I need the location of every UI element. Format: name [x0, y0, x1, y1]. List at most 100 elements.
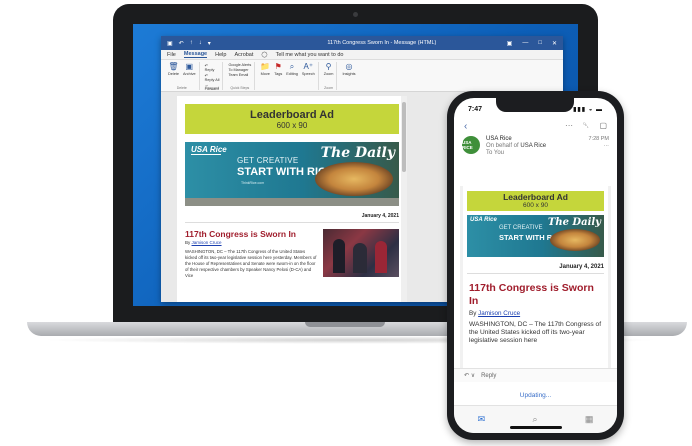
minimize-button[interactable]: — [522, 40, 528, 47]
article-byline: By Jamison Cruce [185, 240, 222, 245]
quick-step-google-alerts[interactable]: Google Alerts [228, 63, 251, 67]
ribbon-tabs: File Message Help Acrobat ◯ Tell me what… [161, 50, 563, 60]
reply-bar[interactable]: ↶ ∨ Reply [454, 368, 617, 382]
calendar-icon[interactable]: ▦ [585, 414, 594, 425]
editing-button[interactable]: ⌕ Editing [286, 62, 298, 76]
group-delete: 🗑 Delete ▣ Archive Delete [165, 62, 200, 90]
signal-battery-icons: ▮▮▮ ◒ ▬ [573, 106, 603, 113]
laptop-camera [353, 12, 358, 17]
window-controls: ▣ — □ ✕ [507, 40, 557, 47]
save-icon[interactable]: ▣ [167, 40, 173, 47]
sender-name[interactable]: USA Rice [486, 136, 583, 143]
archive-icon[interactable]: ▢ [599, 121, 607, 131]
newsletter-banner[interactable]: USA Rice GET CREATIVE START WITH RICE Th… [467, 215, 604, 257]
banner-footer-strip [185, 198, 399, 206]
reply-icon: ↶ ∨ [464, 373, 476, 379]
on-behalf-line: On behalf of USA Rice [486, 143, 547, 149]
search-icon: ⌕ [289, 62, 295, 71]
insights-icon: ◎ [345, 62, 353, 71]
smartphone: 7:47 ▮▮▮ ◒ ▬ ‹ ··· ␡ ▢ USA RICE USA Rice… [447, 91, 624, 440]
tab-message[interactable]: Message [183, 51, 208, 58]
sync-status: Updating... [519, 392, 552, 399]
window-title-bar: ▣ ↶ ↑ ↓ ▾ 117th Congress Sworn In - Mess… [161, 36, 563, 50]
article-body: WASHINGTON, DC – The 117th Congress of t… [469, 321, 602, 344]
back-icon[interactable]: ‹ [464, 121, 467, 132]
window-title: 117th Congress Sworn In - Message (HTML) [327, 40, 437, 46]
sender-more-icon[interactable]: ··· [589, 143, 610, 150]
group-respond: ↶ Reply ↶ Reply All → Forward Respond [202, 62, 224, 91]
lightbulb-icon: ◯ [261, 51, 268, 58]
group-insights: ◎ Insights [339, 62, 358, 90]
brand-logo: USA Rice [191, 145, 227, 154]
zoom-button[interactable]: ⚲ Zoom [324, 62, 334, 76]
brand-logo: USA Rice [470, 217, 497, 223]
quick-step-to-manager[interactable]: To Manager [228, 68, 251, 72]
ad-size: 600 x 90 [276, 120, 308, 130]
ribbon: 🗑 Delete ▣ Archive Delete ↶ Reply ↶ Reply … [161, 60, 563, 92]
quick-access-toolbar: ▣ ↶ ↑ ↓ ▾ [167, 40, 257, 47]
tell-me-search[interactable]: Tell me what you want to do [276, 52, 344, 58]
status-time: 7:47 [468, 105, 483, 113]
customize-chevron-icon[interactable]: ▾ [208, 40, 211, 47]
banner-tagline-1: GET CREATIVE [237, 156, 299, 165]
folder-icon: 📁 [260, 62, 271, 71]
newsletter-banner[interactable]: USA Rice GET CREATIVE START WITH RICE Th… [185, 142, 399, 206]
down-arrow-icon[interactable]: ↓ [199, 40, 202, 47]
scrollbar-thumb[interactable] [402, 102, 406, 172]
reply-button[interactable]: ↶ Reply [205, 63, 220, 72]
quick-step-team-email[interactable]: Team Email [228, 73, 251, 77]
leaderboard-ad[interactable]: Leaderboard Ad 600 x 90 [185, 104, 399, 134]
group-move: 📁 Move ⚑ Tags ⌕ Editing A⁺ Speech [257, 62, 319, 90]
speech-button[interactable]: A⁺ Speech [302, 62, 315, 76]
undo-icon[interactable]: ↶ [179, 40, 184, 47]
leaderboard-ad[interactable]: Leaderboard Ad 600 x 90 [467, 191, 604, 211]
tab-file[interactable]: File [167, 52, 176, 58]
more-icon[interactable]: ··· [565, 121, 573, 131]
phone-screen: 7:47 ▮▮▮ ◒ ▬ ‹ ··· ␡ ▢ USA RICE USA Rice… [454, 98, 617, 433]
mail-icon[interactable]: ✉ [478, 414, 486, 425]
zoom-icon: ⚲ [325, 62, 332, 71]
ad-size: 600 x 90 [523, 202, 548, 209]
laptop-opening-notch [305, 322, 385, 327]
rice-dish-image [550, 229, 600, 251]
move-button[interactable]: 📁 Move [260, 62, 270, 76]
group-label: Zoom [324, 86, 334, 90]
author-link[interactable]: Jamison Cruce [192, 240, 222, 245]
close-button[interactable]: ✕ [552, 40, 557, 47]
insights-button[interactable]: ◎ Insights [342, 62, 355, 76]
group-label: Respond [205, 86, 220, 90]
issue-date: January 4, 2021 [185, 210, 399, 223]
maximize-button[interactable]: □ [538, 40, 542, 47]
tab-acrobat[interactable]: Acrobat [234, 52, 253, 58]
banner-url: ThinkRice.com [241, 181, 265, 185]
trash-icon: 🗑 [168, 62, 179, 71]
author-link[interactable]: Jamison Cruce [478, 310, 520, 317]
newsletter-name: The Daily [547, 217, 601, 228]
search-icon[interactable]: ⌕ [532, 414, 537, 425]
article-headline[interactable]: 117th Congress is Sworn In [185, 229, 317, 239]
product-mockup: ▣ ↶ ↑ ↓ ▾ 117th Congress Sworn In - Mess… [0, 0, 692, 446]
sender-header: USA RICE USA Rice On behalf of USA Rice … [454, 134, 617, 164]
flag-icon: ⚑ [274, 62, 282, 71]
up-arrow-icon[interactable]: ↑ [190, 40, 193, 47]
speech-icon: A⁺ [303, 62, 314, 71]
ad-title: Leaderboard Ad [250, 108, 334, 121]
article-headline[interactable]: 117th Congress is Sworn In [469, 282, 602, 308]
article-body: WASHINGTON, DC – The 117th Congress of t… [185, 249, 317, 278]
delete-icon[interactable]: ␡ [583, 121, 589, 131]
phone-notch [496, 98, 574, 112]
archive-button[interactable]: ▣ Archive [183, 62, 196, 76]
article-photo [323, 229, 399, 277]
logo-underline [191, 154, 221, 155]
ribbon-display-icon[interactable]: ▣ [507, 40, 513, 47]
newsletter-email: Leaderboard Ad 600 x 90 USA Rice GET CRE… [177, 96, 407, 302]
reply-all-button[interactable]: ↶ Reply All [205, 73, 220, 82]
issue-date: January 4, 2021 [467, 261, 604, 274]
scrollbar[interactable] [401, 96, 407, 302]
mobile-email-body: Leaderboard Ad 600 x 90 USA Rice GET CRE… [460, 186, 611, 378]
tags-button[interactable]: ⚑ Tags [274, 62, 282, 76]
group-quick-steps: Google Alerts To Manager Team Email Quic… [225, 62, 256, 90]
delete-button[interactable]: 🗑 Delete [168, 62, 179, 76]
article: 117th Congress is Sworn In By Jamison Cr… [185, 229, 399, 279]
tab-help[interactable]: Help [215, 52, 226, 58]
